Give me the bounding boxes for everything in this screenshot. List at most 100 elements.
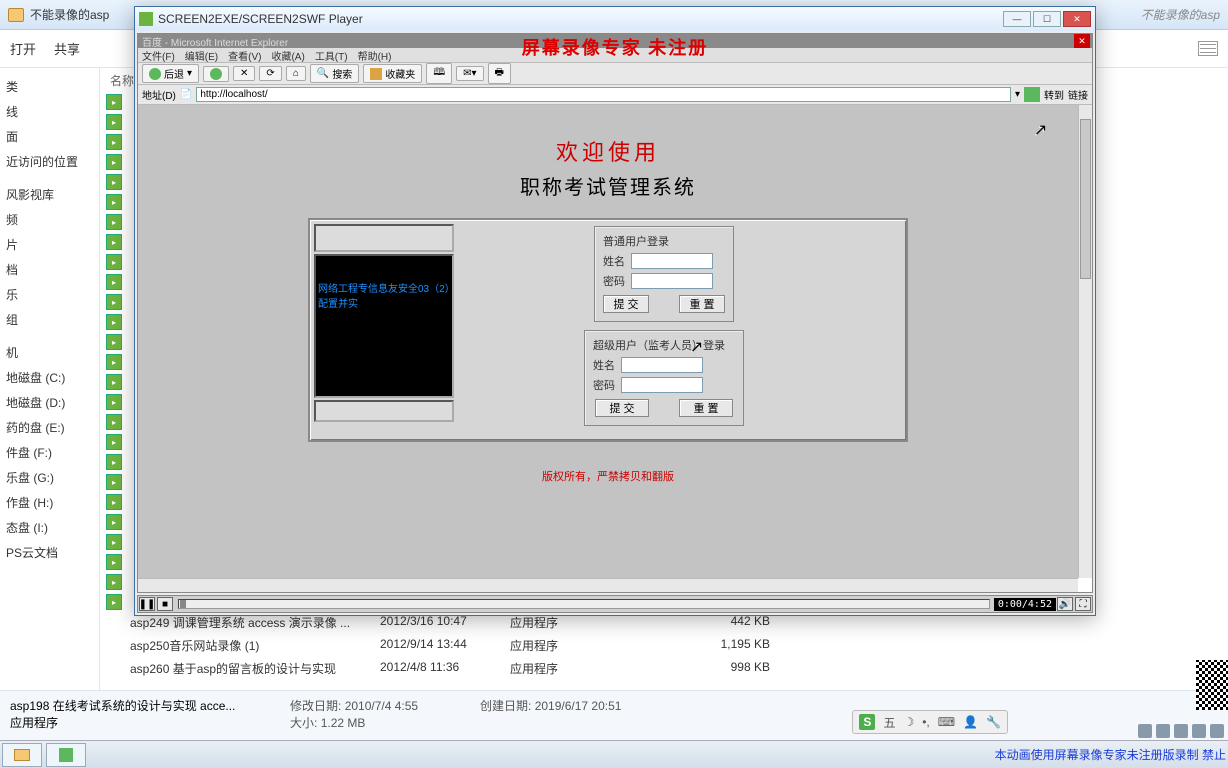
sidebar-item[interactable]: 线 bbox=[4, 99, 95, 124]
file-icon[interactable] bbox=[106, 374, 122, 390]
file-icon[interactable] bbox=[106, 294, 122, 310]
file-icon[interactable] bbox=[106, 94, 122, 110]
file-icon[interactable] bbox=[106, 394, 122, 410]
normal-name-input[interactable] bbox=[631, 253, 713, 269]
seek-track[interactable] bbox=[178, 599, 990, 609]
file-icon[interactable] bbox=[106, 194, 122, 210]
ie-close-button[interactable]: ✕ bbox=[1074, 34, 1090, 48]
file-icon[interactable] bbox=[106, 534, 122, 550]
go-button[interactable] bbox=[1024, 87, 1040, 102]
file-icon[interactable] bbox=[106, 134, 122, 150]
super-pwd-input[interactable] bbox=[621, 377, 703, 393]
vertical-scrollbar[interactable] bbox=[1078, 105, 1092, 578]
system-tray[interactable] bbox=[1138, 724, 1224, 738]
keyboard-icon[interactable]: ⌨ bbox=[938, 715, 955, 729]
file-icon[interactable] bbox=[106, 174, 122, 190]
url-input[interactable] bbox=[196, 87, 1011, 102]
sidebar-item[interactable]: 态盘 (I:) bbox=[4, 515, 95, 540]
file-icon[interactable] bbox=[106, 494, 122, 510]
share-button[interactable]: 共享 bbox=[54, 39, 80, 58]
file-icon[interactable] bbox=[106, 434, 122, 450]
sidebar-item[interactable]: 作盘 (H:) bbox=[4, 490, 95, 515]
normal-reset-button[interactable]: 重 置 bbox=[679, 295, 725, 313]
open-button[interactable]: 打开 bbox=[10, 39, 36, 58]
ie-menu-item[interactable]: 编辑(E) bbox=[185, 48, 218, 63]
fullscreen-button[interactable]: ⛶ bbox=[1075, 597, 1091, 611]
links-label[interactable]: 链接 bbox=[1068, 87, 1088, 102]
refresh-button[interactable]: ⟳ bbox=[259, 66, 281, 81]
normal-submit-button[interactable]: 提 交 bbox=[603, 295, 649, 313]
horizontal-scrollbar[interactable] bbox=[138, 578, 1078, 592]
super-name-input[interactable] bbox=[621, 357, 703, 373]
bullet-icon[interactable]: •, bbox=[922, 715, 930, 729]
normal-pwd-input[interactable] bbox=[631, 273, 713, 289]
stop-button[interactable]: ✕ bbox=[233, 66, 255, 81]
pause-button[interactable]: ❚❚ bbox=[139, 597, 155, 611]
super-submit-button[interactable]: 提 交 bbox=[595, 399, 649, 417]
view-icon[interactable] bbox=[1198, 41, 1218, 56]
table-row[interactable]: asp250音乐网站录像 (1)2012/9/14 13:44应用程序1,195… bbox=[130, 634, 1228, 657]
stop-button[interactable]: ■ bbox=[157, 597, 173, 611]
history-button[interactable]: 🕮 bbox=[426, 63, 452, 84]
file-icon[interactable] bbox=[106, 254, 122, 270]
print-button[interactable]: 🖶 bbox=[488, 63, 511, 84]
close-button[interactable]: ✕ bbox=[1063, 11, 1091, 27]
file-icon[interactable] bbox=[106, 594, 122, 610]
home-button[interactable]: ⌂ bbox=[286, 66, 306, 81]
file-icon[interactable] bbox=[106, 474, 122, 490]
sidebar-item[interactable]: 件盘 (F:) bbox=[4, 440, 95, 465]
sidebar-item[interactable]: 片 bbox=[4, 232, 95, 257]
sidebar-item[interactable]: PS云文档 bbox=[4, 540, 95, 565]
sidebar-item[interactable]: 风影视库 bbox=[4, 182, 95, 207]
sidebar-item[interactable]: 组 bbox=[4, 307, 95, 332]
sidebar-item[interactable]: 面 bbox=[4, 124, 95, 149]
file-icon[interactable] bbox=[106, 334, 122, 350]
sidebar-item[interactable]: 乐 bbox=[4, 282, 95, 307]
file-icon[interactable] bbox=[106, 214, 122, 230]
file-icon[interactable] bbox=[106, 354, 122, 370]
moon-icon[interactable]: ☽ bbox=[903, 715, 914, 729]
ie-menu-item[interactable]: 工具(T) bbox=[315, 48, 348, 63]
wrench-icon[interactable]: 🔧 bbox=[986, 715, 1001, 729]
mail-button[interactable]: ✉▾ bbox=[456, 66, 483, 81]
sidebar-item[interactable] bbox=[4, 332, 95, 340]
ie-menu-item[interactable]: 文件(F) bbox=[142, 48, 175, 63]
player-titlebar[interactable]: SCREEN2EXE/SCREEN2SWF Player — ☐ ✕ bbox=[135, 7, 1095, 31]
sidebar-item[interactable]: 药的盘 (E:) bbox=[4, 415, 95, 440]
favorites-button[interactable]: 收藏夹 bbox=[363, 64, 422, 83]
maximize-button[interactable]: ☐ bbox=[1033, 11, 1061, 27]
sogou-icon[interactable]: S bbox=[859, 714, 875, 730]
minimize-button[interactable]: — bbox=[1003, 11, 1031, 27]
volume-button[interactable]: 🔊 bbox=[1057, 597, 1073, 611]
file-icon[interactable] bbox=[106, 554, 122, 570]
column-name[interactable]: 名称 bbox=[110, 72, 134, 89]
file-icon[interactable] bbox=[106, 274, 122, 290]
file-icon[interactable] bbox=[106, 234, 122, 250]
taskbar-explorer[interactable] bbox=[2, 743, 42, 767]
sidebar-item[interactable]: 地磁盘 (C:) bbox=[4, 365, 95, 390]
table-row[interactable]: asp260 基于asp的留言板的设计与实现2012/4/8 11:36应用程序… bbox=[130, 657, 1228, 680]
sidebar-item[interactable]: 机 bbox=[4, 340, 95, 365]
file-icon[interactable] bbox=[106, 514, 122, 530]
sidebar-item[interactable]: 近访问的位置 bbox=[4, 149, 95, 174]
sidebar-item[interactable]: 频 bbox=[4, 207, 95, 232]
sidebar-item[interactable]: 乐盘 (G:) bbox=[4, 465, 95, 490]
taskbar-player[interactable] bbox=[46, 743, 86, 767]
file-icon[interactable] bbox=[106, 114, 122, 130]
user-icon[interactable]: 👤 bbox=[963, 715, 978, 729]
file-icon[interactable] bbox=[106, 574, 122, 590]
file-icon[interactable] bbox=[106, 154, 122, 170]
back-button[interactable]: 后退 ▾ bbox=[142, 64, 199, 83]
file-icon[interactable] bbox=[106, 314, 122, 330]
sidebar-item[interactable]: 地磁盘 (D:) bbox=[4, 390, 95, 415]
go-label[interactable]: 转到 bbox=[1044, 87, 1064, 102]
ie-menu-item[interactable]: 查看(V) bbox=[228, 48, 261, 63]
file-icon[interactable] bbox=[106, 454, 122, 470]
ime-bar[interactable]: S 五 ☽ •, ⌨ 👤 🔧 bbox=[852, 710, 1008, 734]
sidebar-item[interactable] bbox=[4, 174, 95, 182]
super-reset-button[interactable]: 重 置 bbox=[679, 399, 733, 417]
file-icon[interactable] bbox=[106, 414, 122, 430]
sidebar-item[interactable]: 档 bbox=[4, 257, 95, 282]
search-button[interactable]: 🔍搜索 bbox=[310, 64, 359, 83]
ie-menu-item[interactable]: 收藏(A) bbox=[271, 48, 304, 63]
